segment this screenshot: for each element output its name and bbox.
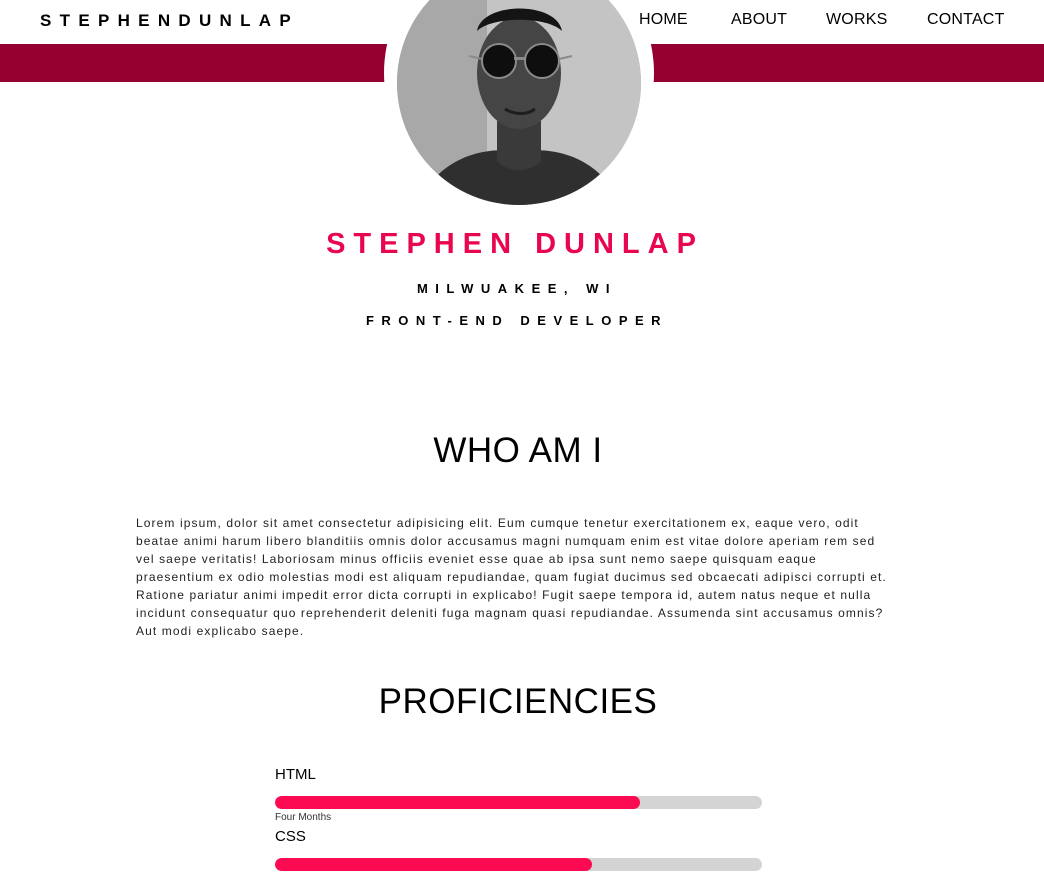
skill-html-progress-track — [275, 796, 762, 809]
brand-logo-link[interactable]: STEPHENDUNLAP — [40, 11, 299, 31]
skill-css-label: CSS — [275, 828, 306, 845]
profile-role: FRONT-END DEVELOPER — [365, 313, 669, 328]
skill-css-progress-track — [275, 858, 762, 871]
nav-home-link[interactable]: HOME — [639, 11, 688, 29]
proficiencies-heading: PROFICIENCIES — [378, 682, 658, 721]
profile-location: MILWUAKEE, WI — [416, 281, 618, 296]
nav-about-link[interactable]: ABOUT — [731, 11, 787, 29]
skill-html-progress-fill — [275, 796, 641, 809]
about-heading: WHO AM I — [433, 431, 603, 470]
about-body-text: Lorem ipsum, dolor sit amet consectetur … — [136, 516, 887, 638]
nav-works-link[interactable]: WORKS — [826, 11, 887, 29]
profile-name: STEPHEN DUNLAP — [326, 228, 704, 260]
nav-contact-link[interactable]: CONTACT — [927, 11, 1005, 29]
skill-html-label: HTML — [275, 766, 316, 783]
skill-html-duration: Four Months — [275, 812, 332, 823]
skill-css-progress-fill — [275, 858, 592, 871]
